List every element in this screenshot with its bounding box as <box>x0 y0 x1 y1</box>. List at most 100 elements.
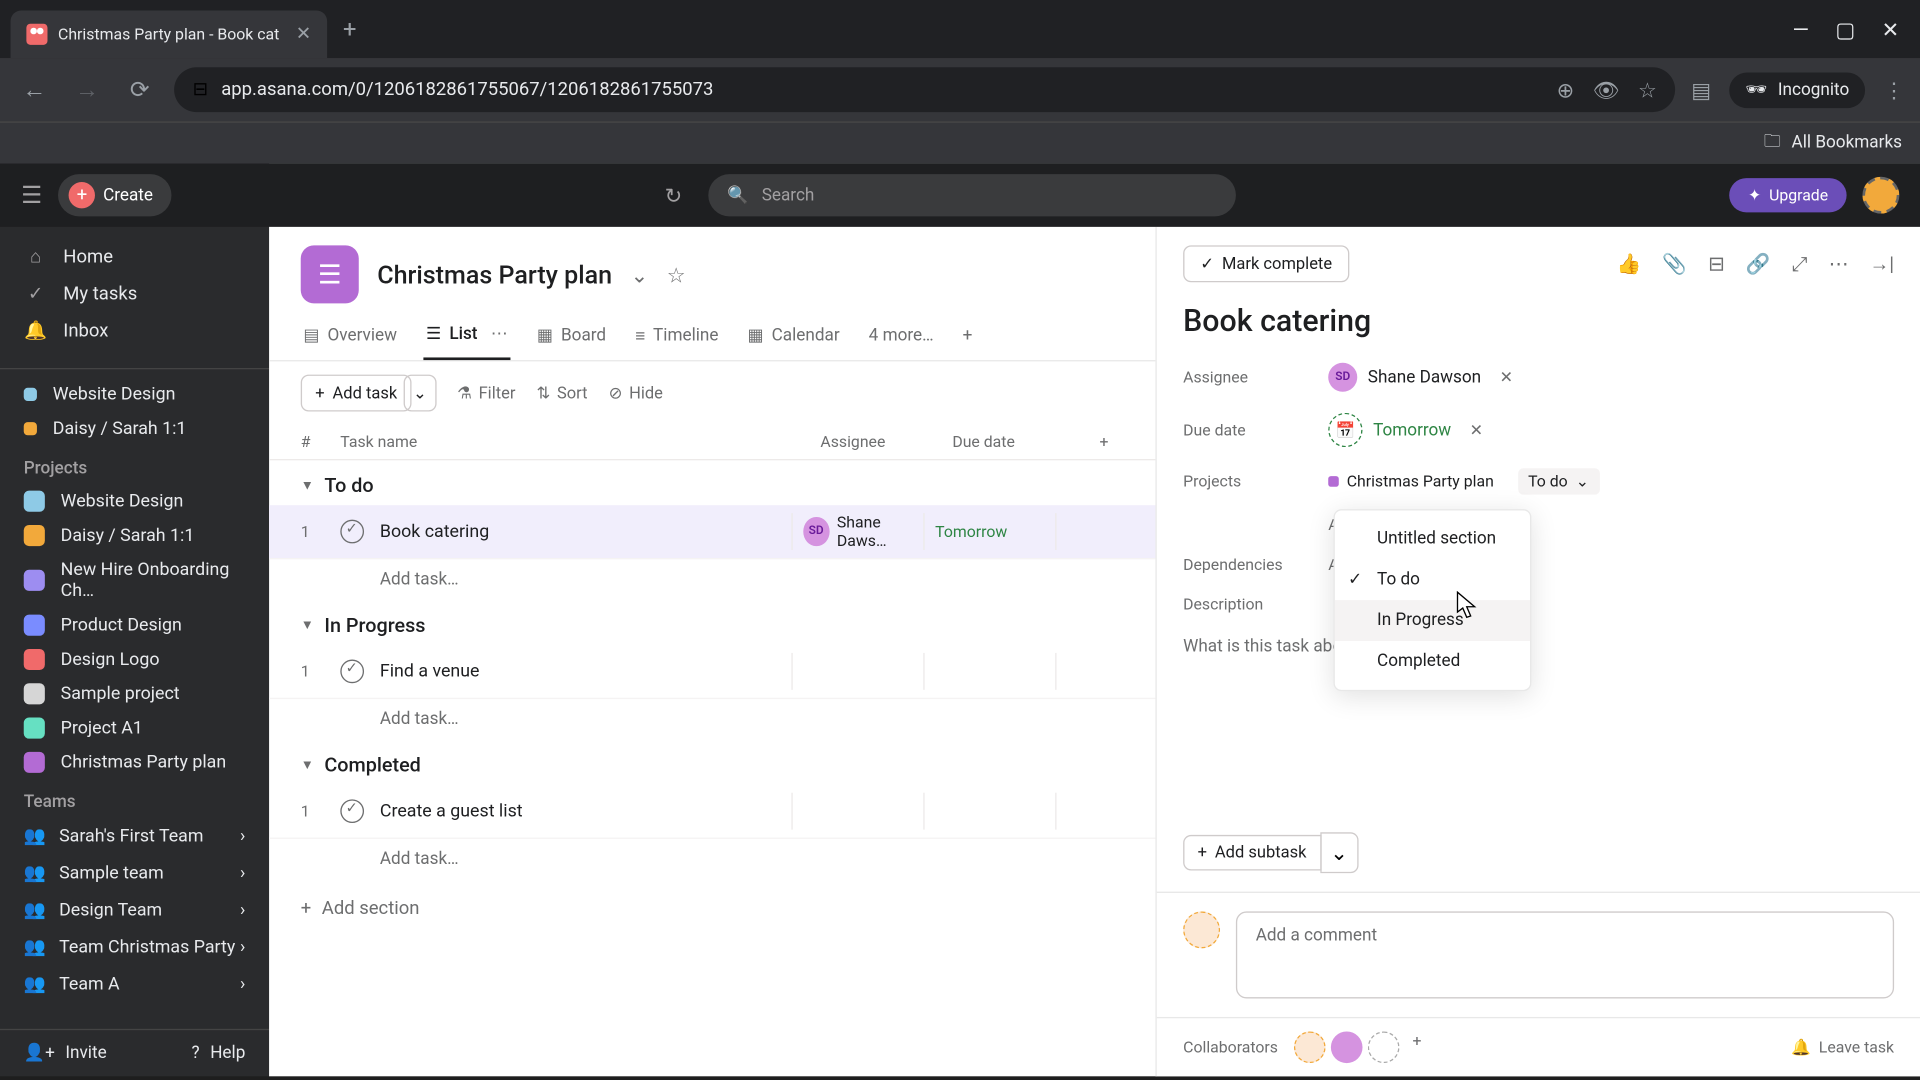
task-row[interactable]: 1 Create a guest list <box>269 785 1155 839</box>
link-icon[interactable]: 🔗 <box>1746 252 1771 276</box>
project-item[interactable]: Product Design <box>0 608 269 642</box>
bookmark-star-icon[interactable]: ☆ <box>1638 77 1657 102</box>
collaborator-avatar[interactable] <box>1294 1031 1326 1063</box>
task-assignee[interactable] <box>791 793 923 830</box>
assignee-value[interactable]: SD Shane Dawson ✕ <box>1328 363 1513 392</box>
search-input[interactable]: 🔍 Search <box>709 174 1237 216</box>
close-window-icon[interactable]: ✕ <box>1882 16 1900 41</box>
recent-project-1[interactable]: Daisy / Sarah 1:1 <box>0 412 269 446</box>
back-button[interactable]: ← <box>16 76 53 104</box>
add-task-inline[interactable]: Add task… <box>269 699 1155 740</box>
fullscreen-icon[interactable]: ⤢ <box>1792 252 1808 276</box>
project-item[interactable]: Christmas Party plan <box>0 745 269 779</box>
history-icon[interactable]: ↻ <box>665 183 683 208</box>
tab-overview[interactable]: ▤Overview <box>301 317 400 361</box>
task-due-date[interactable] <box>923 793 1055 830</box>
new-tab-button[interactable]: + <box>343 15 356 43</box>
due-date-value[interactable]: 📅 Tomorrow ✕ <box>1328 413 1483 447</box>
star-icon[interactable]: ☆ <box>667 262 686 287</box>
like-icon[interactable]: 👍 <box>1617 252 1642 276</box>
address-bar[interactable]: ⊟ app.asana.com/0/1206182861755067/12061… <box>174 67 1675 112</box>
task-row[interactable]: 1 Find a venue <box>269 645 1155 699</box>
task-title[interactable]: Book catering <box>1157 282 1920 352</box>
site-info-icon[interactable]: ⊟ <box>193 79 208 100</box>
browser-tab[interactable]: Christmas Party plan - Book cat ✕ <box>11 11 328 58</box>
maximize-icon[interactable]: ▢ <box>1835 16 1855 41</box>
tab-calendar[interactable]: ▦Calendar <box>745 317 842 361</box>
reload-button[interactable]: ⟳ <box>121 76 158 104</box>
task-name[interactable]: Book catering <box>380 521 792 542</box>
tab-options-icon[interactable]: ⋯ <box>491 324 508 344</box>
close-panel-icon[interactable]: →| <box>1869 252 1894 276</box>
task-assignee[interactable] <box>791 653 923 690</box>
all-bookmarks-button[interactable]: All Bookmarks <box>1792 133 1902 153</box>
more-icon[interactable]: ⋯ <box>1829 252 1849 276</box>
invite-button[interactable]: 👤+Invite <box>24 1043 107 1063</box>
sort-button[interactable]: ⇅Sort <box>537 383 588 404</box>
task-name[interactable]: Find a venue <box>380 661 792 682</box>
dropdown-option-completed[interactable]: Completed <box>1335 641 1530 682</box>
section-picker[interactable]: To do ⌄ <box>1518 468 1600 494</box>
tab-more[interactable]: 4 more… <box>866 317 936 361</box>
complete-checkbox[interactable] <box>340 520 364 544</box>
create-button[interactable]: + Create <box>58 174 171 216</box>
tab-close-icon[interactable]: ✕ <box>296 24 311 45</box>
nav-inbox[interactable]: 🔔Inbox <box>0 313 269 350</box>
team-item[interactable]: 👥Design Team› <box>0 892 269 929</box>
project-title[interactable]: Christmas Party plan <box>377 259 612 289</box>
section-header-todo[interactable]: ▼To do <box>269 460 1155 505</box>
minimize-icon[interactable]: — <box>1792 16 1808 41</box>
task-name[interactable]: Create a guest list <box>380 801 792 822</box>
attachment-icon[interactable]: 📎 <box>1662 252 1687 276</box>
complete-checkbox[interactable] <box>340 799 364 823</box>
add-task-dropdown[interactable]: ⌄ <box>404 375 436 412</box>
section-header-progress[interactable]: ▼In Progress <box>269 600 1155 645</box>
forward-button[interactable]: → <box>69 76 106 104</box>
team-item[interactable]: 👥Team A› <box>0 966 269 1003</box>
mark-complete-button[interactable]: ✓Mark complete <box>1183 245 1349 282</box>
project-item[interactable]: Design Logo <box>0 642 269 676</box>
add-task-inline[interactable]: Add task… <box>269 559 1155 600</box>
add-subtask-dropdown[interactable]: ⌄ <box>1320 832 1359 873</box>
nav-home[interactable]: ⌂Home <box>0 237 269 275</box>
add-collaborator-plus[interactable]: + <box>1412 1031 1421 1063</box>
add-task-button[interactable]: +Add task <box>301 375 412 412</box>
tab-board[interactable]: ▦Board <box>534 317 609 361</box>
filter-button[interactable]: ⚗Filter <box>457 383 515 404</box>
section-header-completed[interactable]: ▼Completed <box>269 740 1155 785</box>
incognito-badge[interactable]: 🕶 Incognito <box>1730 72 1865 108</box>
dropdown-option-todo[interactable]: ✓To do <box>1335 559 1530 600</box>
nav-my-tasks[interactable]: ✓My tasks <box>0 276 269 313</box>
eye-off-icon[interactable]: 👁 <box>1593 77 1620 102</box>
user-avatar[interactable] <box>1862 177 1899 214</box>
task-due-date[interactable]: Tomorrow <box>923 513 1055 550</box>
add-collaborator-icon[interactable] <box>1368 1031 1400 1063</box>
project-chip[interactable]: Christmas Party plan <box>1328 472 1494 490</box>
project-item[interactable]: Project A1 <box>0 711 269 745</box>
clear-assignee-icon[interactable]: ✕ <box>1500 368 1513 386</box>
collaborator-avatar[interactable] <box>1331 1031 1363 1063</box>
project-item[interactable]: New Hire Onboarding Ch… <box>0 553 269 608</box>
task-due-date[interactable] <box>923 653 1055 690</box>
recent-project-0[interactable]: Website Design <box>0 377 269 411</box>
upgrade-button[interactable]: ✦ Upgrade <box>1729 178 1846 212</box>
hide-button[interactable]: ⊘Hide <box>609 383 663 404</box>
description-input[interactable]: What is this task about? <box>1183 624 1894 670</box>
add-tab-button[interactable]: + <box>960 317 975 361</box>
team-item[interactable]: 👥Sarah's First Team› <box>0 818 269 855</box>
add-task-inline[interactable]: Add task… <box>269 839 1155 880</box>
team-item[interactable]: 👥Sample team› <box>0 855 269 892</box>
project-item[interactable]: Daisy / Sarah 1:1 <box>0 518 269 552</box>
add-column-button[interactable]: + <box>1084 433 1124 451</box>
clear-date-icon[interactable]: ✕ <box>1470 421 1483 439</box>
team-item[interactable]: 👥Team Christmas Party› <box>0 929 269 966</box>
hamburger-icon[interactable]: ☰ <box>21 181 42 209</box>
project-item[interactable]: Sample project <box>0 677 269 711</box>
complete-checkbox[interactable] <box>340 660 364 684</box>
task-row[interactable]: 1 Book catering SDShane Daws… Tomorrow <box>269 505 1155 559</box>
tab-timeline[interactable]: ≡Timeline <box>632 317 721 361</box>
add-subtask-button[interactable]: +Add subtask <box>1183 835 1321 871</box>
subtask-icon[interactable]: ⊟ <box>1708 252 1725 276</box>
project-item[interactable]: Website Design <box>0 484 269 518</box>
browser-menu-icon[interactable]: ⋮ <box>1884 77 1905 102</box>
